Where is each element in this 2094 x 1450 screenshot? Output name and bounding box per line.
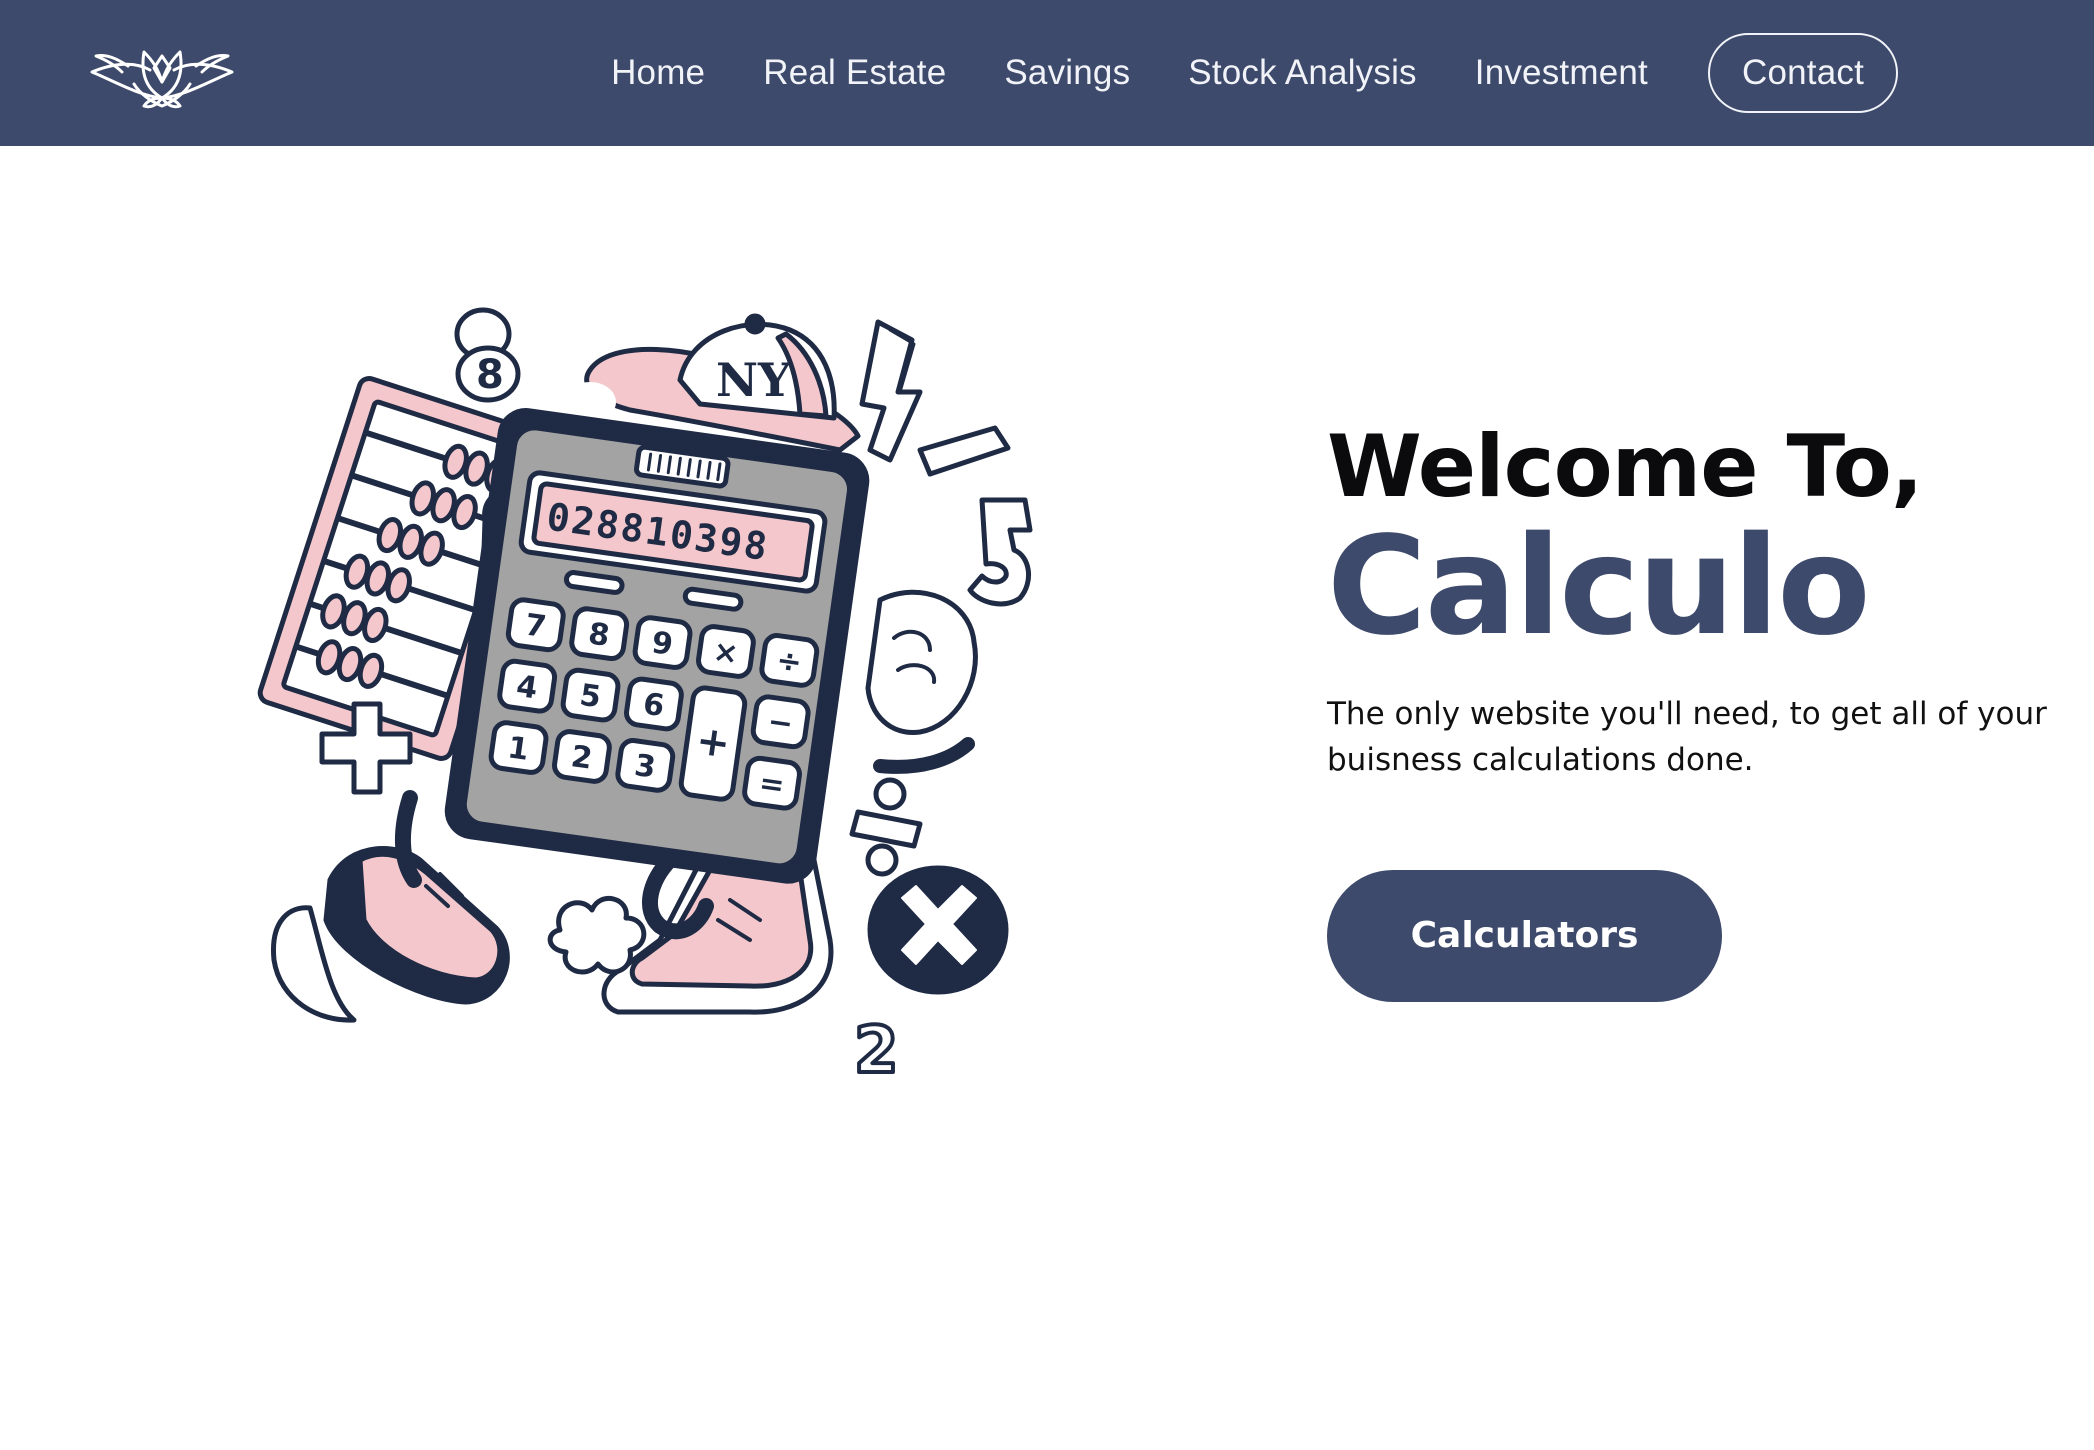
- main-nav: Home Real Estate Savings Stock Analysis …: [611, 0, 1898, 146]
- floating-number-2: 2: [852, 1012, 901, 1090]
- multiply-circle-icon: [867, 865, 1009, 995]
- svg-text:2: 2: [854, 1014, 899, 1088]
- calculator-body: 028810398 7 8 9 × ÷ 4 5 6 + − 1 2 3 =: [444, 408, 870, 884]
- minus-block-icon: [917, 425, 1011, 477]
- svg-text:×: ×: [711, 634, 741, 672]
- nav-real-estate-link[interactable]: Real Estate: [763, 53, 946, 93]
- calculator-mascot-illustration: 8 NY 028810398 7 8 9 × ÷ 4 5 6 + − 1 2 3…: [257, 307, 1033, 1090]
- nav-investment-link[interactable]: Investment: [1475, 53, 1648, 93]
- divide-symbol-icon: [849, 777, 923, 877]
- floating-number-5: [967, 497, 1033, 607]
- hero-welcome-heading: Welcome To,: [1327, 417, 1924, 517]
- svg-text:8: 8: [476, 352, 504, 398]
- lotus-logo-icon[interactable]: [88, 40, 236, 112]
- floating-number-8: 8: [454, 307, 521, 403]
- top-navbar: Home Real Estate Savings Stock Analysis …: [0, 0, 2094, 146]
- svg-text:+: +: [693, 717, 733, 767]
- svg-text:NY: NY: [716, 353, 792, 407]
- svg-text:÷: ÷: [774, 643, 804, 681]
- cloud-puff-icon: [547, 896, 647, 975]
- hero-tagline: The only website you'll need, to get all…: [1327, 695, 2047, 779]
- hero-brand-name: Calculo: [1327, 507, 1871, 666]
- right-fist-icon: [865, 589, 978, 735]
- svg-text:−: −: [766, 704, 796, 742]
- nav-home-link[interactable]: Home: [611, 53, 705, 93]
- contact-button[interactable]: Contact: [1707, 33, 1898, 113]
- nav-savings-link[interactable]: Savings: [1004, 53, 1130, 93]
- hero-section: Welcome To, Calculo The only website you…: [1327, 420, 2067, 1002]
- svg-text:=: =: [757, 766, 787, 804]
- nav-stock-analysis-link[interactable]: Stock Analysis: [1188, 53, 1416, 93]
- calculators-button[interactable]: Calculators: [1327, 869, 1722, 1002]
